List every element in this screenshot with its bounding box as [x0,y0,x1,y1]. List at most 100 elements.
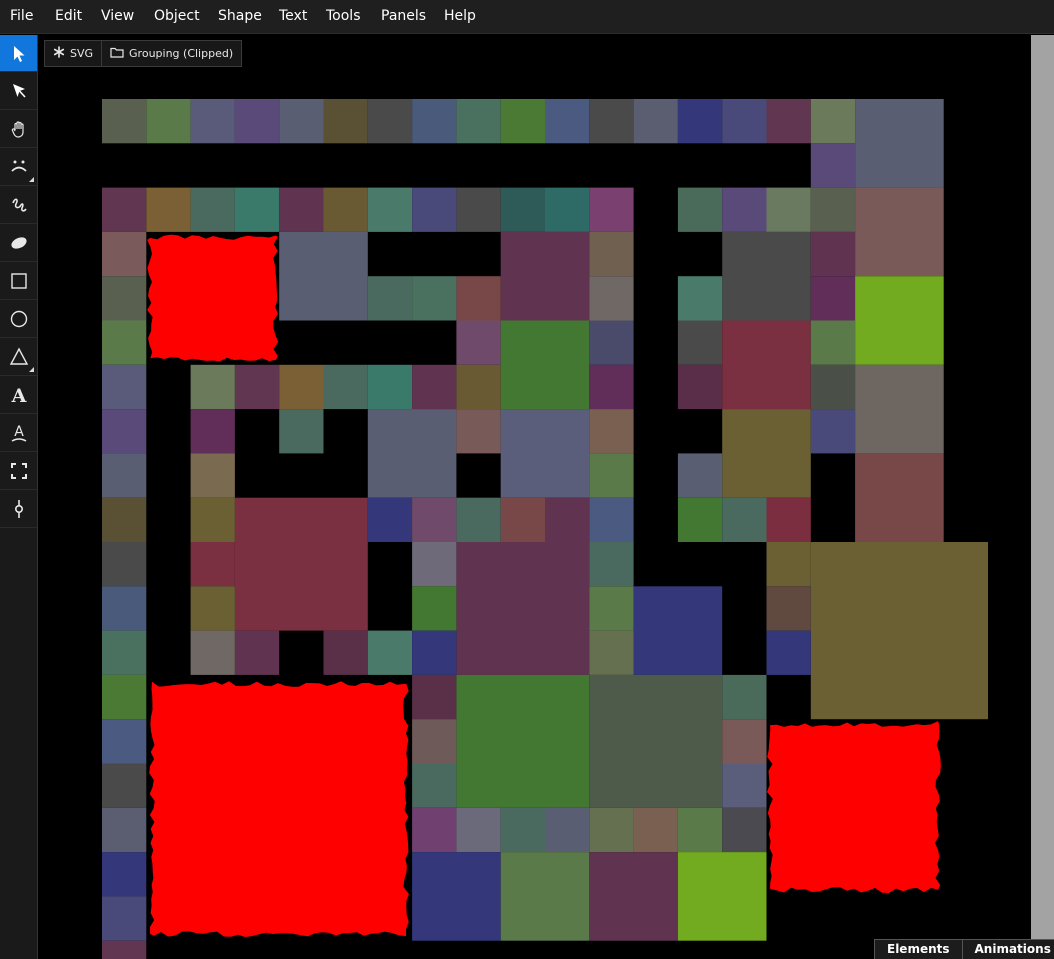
tool-face-tool[interactable] [0,149,37,186]
mosaic-tile[interactable] [102,99,147,144]
mosaic-tile[interactable] [190,364,235,410]
mosaic-tile[interactable] [102,940,147,959]
mosaic-tile[interactable] [412,497,457,542]
mosaic-tile[interactable] [456,364,501,410]
mosaic-tile[interactable] [102,231,147,277]
mosaic-tile[interactable] [589,276,634,321]
mosaic-tile[interactable] [456,409,501,454]
menu-text[interactable]: Text [279,0,307,34]
mosaic-tile[interactable] [190,99,235,144]
mosaic-tile[interactable] [102,763,147,808]
mosaic-tile[interactable] [323,630,368,675]
mosaic-tile[interactable] [766,542,811,587]
mosaic-tile[interactable] [766,586,811,631]
mosaic-tile[interactable] [722,674,767,720]
mosaic-tile[interactable] [234,187,280,232]
mosaic-tile[interactable] [500,497,545,542]
mosaic-tile[interactable] [810,409,856,454]
mosaic-tile[interactable] [855,276,944,365]
menu-panels[interactable]: Panels [381,0,426,34]
mosaic-tile[interactable] [190,409,235,454]
mosaic-tile[interactable] [102,453,147,498]
breadcrumb-svg[interactable]: SVG [45,41,101,66]
mosaic-tile[interactable] [102,674,147,720]
mosaic-tile[interactable] [412,364,457,410]
mosaic-tile[interactable] [102,630,147,675]
mosaic-tile[interactable] [722,763,767,808]
mosaic-tile[interactable] [810,187,856,232]
mosaic-tile[interactable] [412,674,457,720]
mosaic-tile[interactable] [589,99,634,144]
mosaic-tile[interactable] [810,542,988,720]
menu-edit[interactable]: Edit [55,0,82,34]
mosaic-tile[interactable] [766,187,811,232]
mosaic-tile[interactable] [722,187,767,232]
red-jagged-shape[interactable] [767,721,941,893]
mosaic-tile[interactable] [412,586,457,631]
mosaic-tile[interactable] [722,497,767,542]
mosaic-tile[interactable] [412,763,457,808]
mosaic-tile[interactable] [633,99,678,144]
mosaic-tile[interactable] [190,586,235,631]
mosaic-tile[interactable] [500,231,590,321]
mosaic-tile[interactable] [412,542,457,587]
mosaic-tile[interactable] [722,320,811,410]
mosaic-tile[interactable] [855,453,944,542]
mosaic-tile[interactable] [589,453,634,498]
mosaic-tile[interactable] [677,276,723,321]
mosaic-tile[interactable] [589,542,634,587]
mosaic-tile[interactable] [545,497,590,542]
mosaic-tile[interactable] [102,586,147,631]
mosaic-tile[interactable] [190,542,235,587]
menu-view[interactable]: View [101,0,134,34]
mosaic-tile[interactable] [102,320,147,365]
mosaic-tile[interactable] [412,187,457,232]
mosaic-tile[interactable] [456,276,501,321]
mosaic-tile[interactable] [367,187,413,232]
mosaic-tile[interactable] [279,231,368,321]
menu-file[interactable]: File [10,0,33,34]
mosaic-tile[interactable] [456,807,501,853]
mosaic-tile[interactable] [810,99,856,144]
mosaic-tile[interactable] [722,409,811,498]
mosaic-tile[interactable] [589,364,634,410]
mosaic-tile[interactable] [102,852,147,897]
mosaic-tile[interactable] [412,276,457,321]
mosaic-tile[interactable] [279,364,324,410]
mosaic-tile[interactable] [367,497,413,542]
mosaic-tile[interactable] [102,497,147,542]
mosaic-tile[interactable] [500,320,590,410]
mosaic-tile[interactable] [766,630,811,675]
mosaic-tile[interactable] [677,364,723,410]
mosaic-tile[interactable] [589,674,723,808]
mosaic-tile[interactable] [589,852,678,941]
mosaic-tile[interactable] [633,586,723,675]
mosaic-tile[interactable] [722,719,767,764]
mosaic-tile[interactable] [677,497,723,542]
mosaic-tile[interactable] [367,630,413,675]
mosaic-tile[interactable] [633,807,678,853]
tool-text-on-path[interactable]: A [0,415,37,452]
mosaic-tile[interactable] [589,409,634,454]
mosaic-tile[interactable] [855,364,944,454]
mosaic-tile[interactable] [677,453,723,498]
mosaic-tile[interactable] [102,719,147,764]
mosaic-tile[interactable] [323,187,368,232]
mosaic-tile[interactable] [412,807,457,853]
mosaic-tile[interactable] [234,364,280,410]
mosaic-tile[interactable] [279,99,324,144]
mosaic-tile[interactable] [102,542,147,587]
mosaic-tile[interactable] [810,364,856,410]
mosaic-tile[interactable] [279,187,324,232]
mosaic-tile[interactable] [500,99,545,144]
mosaic-tile[interactable] [855,187,944,277]
mosaic-tile[interactable] [855,99,944,188]
mosaic-tile[interactable] [589,807,634,853]
mosaic-tile[interactable] [367,409,457,498]
tool-circle[interactable] [0,301,37,338]
mosaic-tile[interactable] [367,99,413,144]
tool-hand-pan[interactable] [0,111,37,148]
mosaic-tile[interactable] [766,99,811,144]
mosaic-tile[interactable] [102,276,147,321]
mosaic-tile[interactable] [456,187,501,232]
